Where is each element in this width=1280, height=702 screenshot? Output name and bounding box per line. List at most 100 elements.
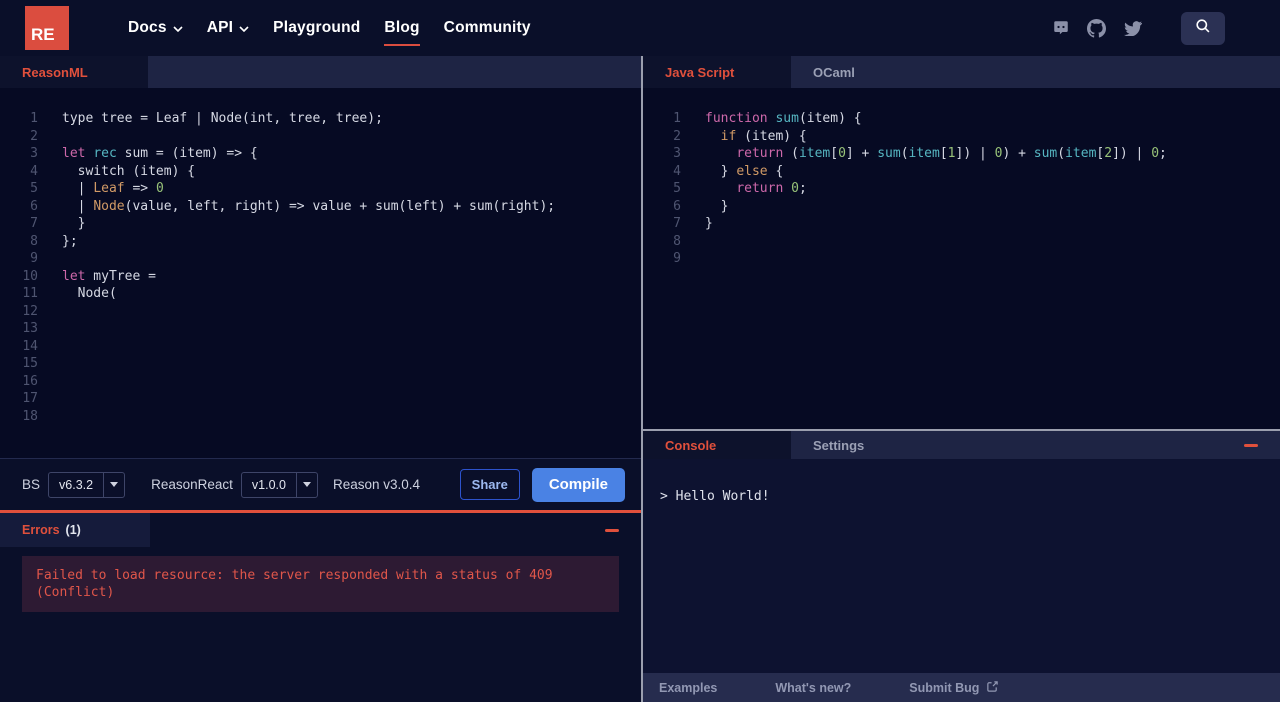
twitter-icon[interactable]	[1123, 19, 1142, 38]
search-icon	[1195, 18, 1211, 39]
line-number: 9	[673, 251, 681, 266]
select-caret-icon	[103, 472, 124, 497]
nav-link-playground[interactable]: Playground	[273, 19, 360, 37]
chevron-down-icon	[173, 19, 183, 37]
code-text: type tree = Leaf | Node(int, tree, tree)…	[62, 111, 383, 126]
code-line[interactable]: 8	[643, 233, 1280, 251]
footer-item-whats-new[interactable]: What's new?	[775, 681, 851, 695]
nav-link-label: API	[206, 19, 234, 36]
line-number: 5	[673, 181, 681, 196]
nav-right	[1051, 11, 1225, 45]
tab-javascript[interactable]: Java Script	[643, 56, 791, 88]
code-line[interactable]: 6 | Node(value, left, right) => value + …	[0, 198, 641, 216]
navbar: RE Docs API Playground Blog Community	[0, 0, 1280, 56]
footer-label: Examples	[659, 680, 718, 695]
errors-panel: Errors (1) Failed to load resource: the …	[0, 510, 641, 702]
errors-title: Errors	[22, 523, 60, 537]
compile-button[interactable]: Compile	[531, 467, 625, 502]
footer-label: What's new?	[775, 680, 852, 695]
code-line[interactable]: 18	[0, 408, 641, 426]
line-number: 9	[30, 251, 38, 266]
nav-link-docs[interactable]: Docs	[128, 19, 183, 37]
code-text: return (item[0] + sum(item[1]) | 0) + su…	[736, 146, 1167, 161]
playground-footer: Examples What's new? Submit Bug	[643, 673, 1280, 702]
reasonreact-version-select[interactable]: v1.0.0	[240, 471, 318, 498]
code-line[interactable]: 2	[0, 128, 641, 146]
code-line[interactable]: 14	[0, 338, 641, 356]
code-text: };	[62, 233, 78, 249]
collapse-console-icon[interactable]	[1244, 443, 1258, 447]
code-line[interactable]: 15	[0, 355, 641, 373]
code-line[interactable]: 2 if (item) {	[643, 128, 1280, 146]
code-text: | Node(value, left, right) => value + su…	[62, 198, 556, 214]
github-icon[interactable]	[1087, 18, 1106, 38]
reasonreact-version-value: v1.0.0	[251, 477, 286, 492]
error-message-box: Failed to load resource: the server resp…	[22, 556, 619, 612]
code-line[interactable]: 5 | Leaf => 0	[0, 180, 641, 198]
reason-tabstrip: ReasonML	[0, 56, 641, 88]
code-text: } else {	[705, 163, 784, 179]
javascript-editor[interactable]: 1 function sum(item) {2 if (item) {3 retu…	[643, 88, 1280, 429]
compile-toolbar: BS v6.3.2 ReasonReact v1.0.0 Reason v3.0…	[0, 458, 641, 510]
search-button[interactable]	[1181, 11, 1225, 45]
line-number: 2	[30, 128, 38, 144]
tab-console[interactable]: Console	[643, 431, 791, 459]
code-line[interactable]: 12	[0, 303, 641, 321]
nav-link-label: Community	[443, 19, 531, 36]
reason-logo[interactable]: RE	[25, 6, 69, 50]
reason-version-label: Reason v3.0.4	[332, 477, 421, 492]
nav-links: Docs API Playground Blog Community	[128, 19, 531, 46]
share-button[interactable]: Share	[459, 469, 520, 500]
chevron-down-icon	[239, 19, 249, 37]
code-line[interactable]: 4 } else {	[643, 163, 1280, 181]
line-number: 8	[673, 233, 681, 249]
nav-link-blog[interactable]: Blog	[384, 19, 420, 46]
nav-link-api[interactable]: API	[207, 19, 249, 37]
code-line[interactable]: 9	[0, 250, 641, 268]
line-number: 1	[30, 111, 38, 126]
line-number: 14	[22, 338, 38, 354]
code-line[interactable]: 7 }	[0, 215, 641, 233]
code-line[interactable]: 8};	[0, 233, 641, 251]
code-line[interactable]: 7}	[643, 215, 1280, 233]
error-message: Failed to load resource: the server resp…	[36, 568, 553, 600]
reason-editor[interactable]: 1 type tree = Leaf | Node(int, tree, tree…	[0, 88, 641, 458]
errors-header: Errors (1)	[0, 513, 641, 547]
tab-settings[interactable]: Settings	[791, 431, 886, 459]
code-line[interactable]: 1 type tree = Leaf | Node(int, tree, tree…	[0, 110, 641, 128]
code-line[interactable]: 1 function sum(item) {	[643, 110, 1280, 128]
code-line[interactable]: 4 switch (item) {	[0, 163, 641, 181]
line-number: 5	[30, 181, 38, 196]
bs-version-value: v6.3.2	[59, 477, 94, 492]
code-line[interactable]: 11 Node(	[0, 285, 641, 303]
code-text: return 0;	[736, 181, 807, 196]
tab-ocaml[interactable]: OCaml	[791, 56, 877, 88]
code-line[interactable]: 17	[0, 390, 641, 408]
tab-label: Settings	[813, 437, 865, 453]
code-text: }	[705, 216, 713, 231]
code-line[interactable]: 10 let myTree =	[0, 268, 641, 286]
code-line[interactable]: 16	[0, 373, 641, 391]
nav-link-label: Docs	[128, 19, 167, 36]
tab-reasonml[interactable]: ReasonML	[0, 56, 148, 88]
bs-version-select[interactable]: v6.3.2	[48, 471, 126, 498]
code-line[interactable]: 5 return 0;	[643, 180, 1280, 198]
nav-link-community[interactable]: Community	[444, 19, 531, 37]
output-tabstrip: Java Script OCaml	[643, 56, 1280, 88]
line-number: 12	[22, 303, 38, 319]
bs-label: BS	[22, 477, 41, 492]
discord-icon[interactable]	[1051, 19, 1070, 38]
code-line[interactable]: 9	[643, 250, 1280, 268]
code-text: if (item) {	[720, 128, 807, 144]
collapse-errors-icon[interactable]	[605, 528, 619, 532]
code-line[interactable]: 13	[0, 320, 641, 338]
code-line[interactable]: 6 }	[643, 198, 1280, 216]
code-line[interactable]: 3 return (item[0] + sum(item[1]) | 0) + …	[643, 145, 1280, 163]
line-number: 10	[22, 268, 38, 284]
footer-item-submit-bug[interactable]: Submit Bug	[909, 680, 999, 696]
code-line[interactable]: 3 let rec sum = (item) => {	[0, 145, 641, 163]
errors-tab[interactable]: Errors (1)	[0, 513, 150, 547]
footer-item-examples[interactable]: Examples	[659, 681, 717, 695]
